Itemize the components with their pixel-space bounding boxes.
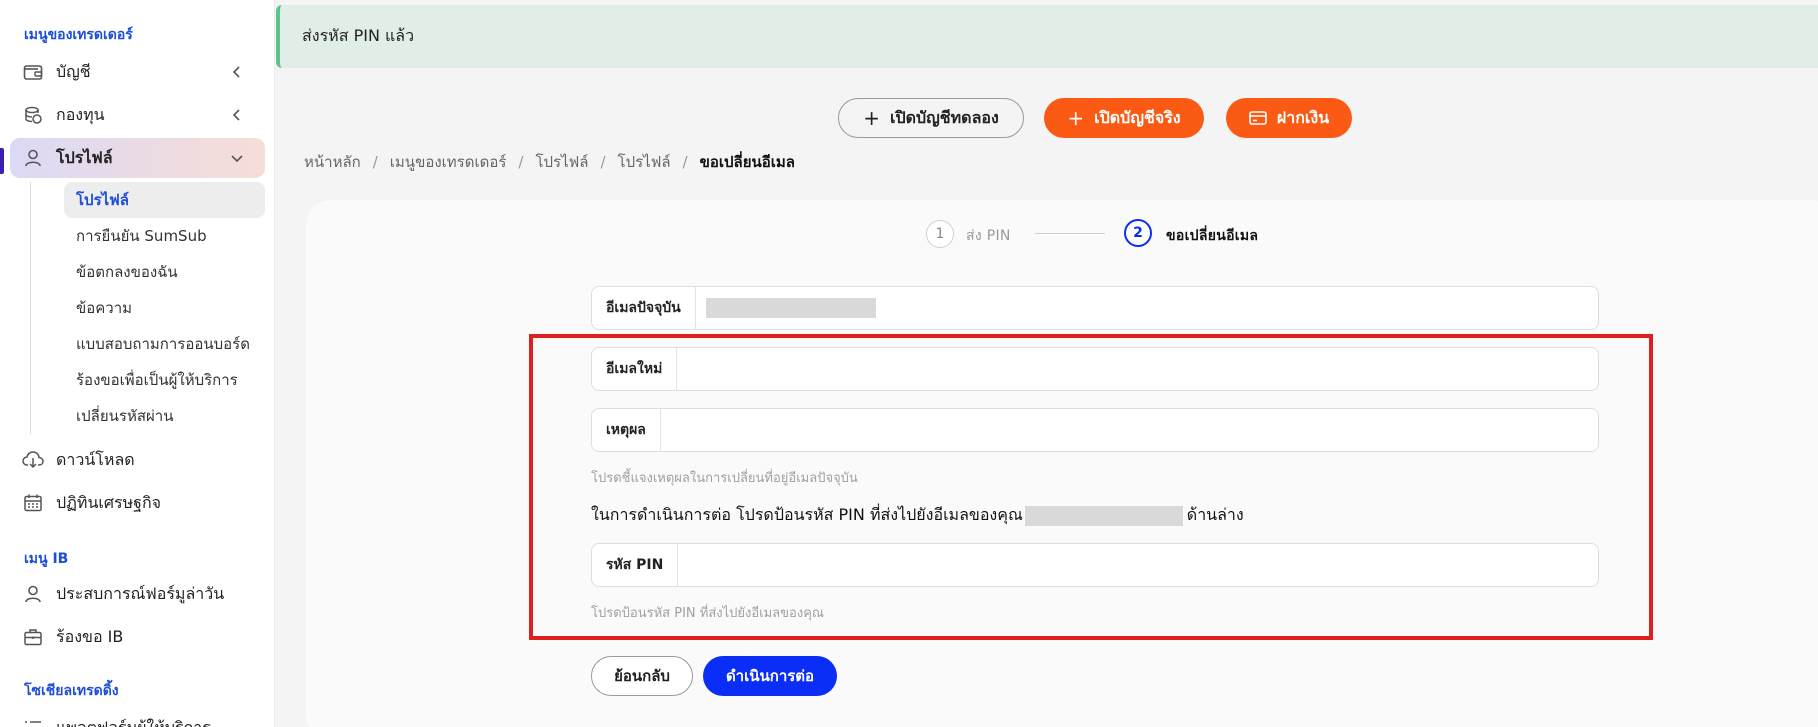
back-button[interactable]: ย้อนกลับ xyxy=(591,656,693,696)
reason-input[interactable] xyxy=(660,409,1598,451)
open-demo-account-label: เปิดบัญชีทดลอง xyxy=(889,107,999,127)
sidebar-subitem-provider-request[interactable]: ร้องขอเพื่อเป็นผู้ให้บริการ xyxy=(64,362,265,398)
pin-hint: โปรดป้อนรหัส PIN ที่ส่งไปยังอีเมลของคุณ xyxy=(591,606,824,621)
pin-input[interactable] xyxy=(678,544,1598,586)
step-1-label: ส่ง PIN xyxy=(966,228,1011,244)
reason-label: เหตุผล xyxy=(592,409,661,451)
sidebar-subitem-messages[interactable]: ข้อความ xyxy=(64,290,265,326)
sidebar-item-label: แพลตฟอร์มผู้ให้บริการ xyxy=(56,717,211,727)
open-real-account-button[interactable]: + เปิดบัญชีจริง xyxy=(1044,98,1204,138)
calendar-icon xyxy=(22,492,44,514)
sidebar-item-label: ปฏิทินเศรษฐกิจ xyxy=(56,492,162,512)
sidebar-item-label: ประสบการณ์ฟอร์มูล่าวัน xyxy=(56,583,225,603)
chevron-left-icon xyxy=(232,66,240,78)
sidebar-item-funds[interactable]: กองทุน xyxy=(10,95,265,135)
open-real-account-label: เปิดบัญชีจริง xyxy=(1094,107,1181,127)
success-banner: ส่งรหัส PIN แล้ว xyxy=(276,5,1818,68)
plus-icon: + xyxy=(863,106,880,130)
submenu-rail xyxy=(30,182,31,434)
ib-menu-title: เมนู IB xyxy=(24,551,69,567)
step-connector xyxy=(1035,233,1105,234)
sidebar-item-label: ร้องขอ IB xyxy=(56,626,124,646)
deposit-button[interactable]: ฝากเงิน xyxy=(1226,98,1352,138)
sidebar-item-calendar[interactable]: ปฏิทินเศรษฐกิจ xyxy=(10,483,265,523)
sidebar-subitem-onboarding[interactable]: แบบสอบถามการออนบอร์ด xyxy=(64,326,265,362)
user-icon xyxy=(22,583,44,605)
cloud-download-icon xyxy=(22,449,44,471)
banner-message: ส่งรหัส PIN แล้ว xyxy=(302,26,415,45)
pin-label: รหัส PIN xyxy=(592,544,679,586)
instruction-suffix: ด้านล่าง xyxy=(1186,505,1244,524)
pin-field: รหัส PIN xyxy=(591,543,1599,587)
wallet-icon xyxy=(22,61,44,83)
sidebar-item-label: ดาวน์โหลด xyxy=(56,449,135,469)
current-email-field: อีเมลปัจจุบัน xyxy=(591,286,1599,330)
sidebar-item-label: บัญชี xyxy=(56,61,91,81)
sidebar-item-ib-request[interactable]: ร้องขอ IB xyxy=(10,617,265,657)
masked-current-email xyxy=(705,298,876,318)
breadcrumb-separator: / xyxy=(372,153,378,171)
step-2-label: ขอเปลี่ยนอีเมล xyxy=(1166,228,1259,244)
sidebar-item-label: โปรไฟล์ xyxy=(56,147,113,167)
sidebar-subitem-change-password[interactable]: เปลี่ยนรหัสผ่าน xyxy=(64,398,265,434)
sidebar-item-formula-one[interactable]: ประสบการณ์ฟอร์มูล่าวัน xyxy=(10,574,265,614)
breadcrumb-separator: / xyxy=(682,153,688,171)
chevron-left-icon xyxy=(232,109,240,121)
step-1-number: 1 xyxy=(926,220,954,248)
social-trading-title: โซเชียลเทรดดิ้ง xyxy=(24,683,119,699)
briefcase-icon xyxy=(22,626,44,648)
sidebar: เมนูของเทรดเดอร์ บัญชี กองทุน โปรไฟล์ โป… xyxy=(0,0,275,727)
sidebar-subitem-sumsub[interactable]: การยืนยัน SumSub xyxy=(64,218,265,254)
trader-menu-title: เมนูของเทรดเดอร์ xyxy=(24,27,133,43)
breadcrumb-separator: / xyxy=(518,153,524,171)
breadcrumb-current: ขอเปลี่ยนอีเมล xyxy=(699,153,795,171)
open-demo-account-button[interactable]: + เปิดบัญชีทดลอง xyxy=(838,98,1024,138)
sidebar-item-account[interactable]: บัญชี xyxy=(10,52,265,92)
masked-email xyxy=(1024,505,1183,526)
sidebar-item-provider-platform[interactable]: แพลตฟอร์มผู้ให้บริการ xyxy=(10,708,265,727)
list-icon xyxy=(22,717,44,727)
sidebar-item-download[interactable]: ดาวน์โหลด xyxy=(10,440,265,480)
coins-icon xyxy=(22,104,44,126)
continue-button[interactable]: ดำเนินการต่อ xyxy=(703,656,837,696)
user-icon xyxy=(22,147,44,169)
sidebar-item-profile[interactable]: โปรไฟล์ xyxy=(10,138,265,178)
current-email-label: อีเมลปัจจุบัน xyxy=(592,287,696,329)
new-email-label: อีเมลใหม่ xyxy=(592,348,678,390)
sidebar-subitem-agreements[interactable]: ข้อตกลงของฉัน xyxy=(64,254,265,290)
breadcrumb: หน้าหลัก / เมนูของเทรดเดอร์ / โปรไฟล์ / … xyxy=(304,150,795,174)
chevron-down-icon xyxy=(231,155,243,163)
breadcrumb-home[interactable]: หน้าหลัก xyxy=(304,150,361,174)
active-marker xyxy=(0,148,4,174)
reason-hint: โปรดชี้แจงเหตุผลในการเปลี่ยนที่อยู่อีเมล… xyxy=(591,471,858,486)
breadcrumb-separator: / xyxy=(600,153,606,171)
pin-instruction: ในการดำเนินการต่อ โปรดป้อนรหัส PIN ที่ส่… xyxy=(591,503,1244,528)
instruction-prefix: ในการดำเนินการต่อ โปรดป้อนรหัส PIN ที่ส่… xyxy=(591,505,1023,524)
sidebar-item-label: กองทุน xyxy=(56,104,105,124)
plus-icon: + xyxy=(1067,106,1085,130)
sidebar-subitem-profile[interactable]: โปรไฟล์ xyxy=(64,182,265,218)
new-email-input[interactable] xyxy=(677,348,1598,390)
new-email-field: อีเมลใหม่ xyxy=(591,347,1599,391)
reason-field: เหตุผล xyxy=(591,408,1599,452)
breadcrumb-profile[interactable]: โปรไฟล์ xyxy=(535,150,588,174)
deposit-label: ฝากเงิน xyxy=(1276,107,1330,127)
breadcrumb-profile-sub[interactable]: โปรไฟล์ xyxy=(618,150,671,174)
step-2-number: 2 xyxy=(1124,219,1152,247)
breadcrumb-trader-menu[interactable]: เมนูของเทรดเดอร์ xyxy=(390,150,507,174)
card-icon xyxy=(1249,108,1267,128)
